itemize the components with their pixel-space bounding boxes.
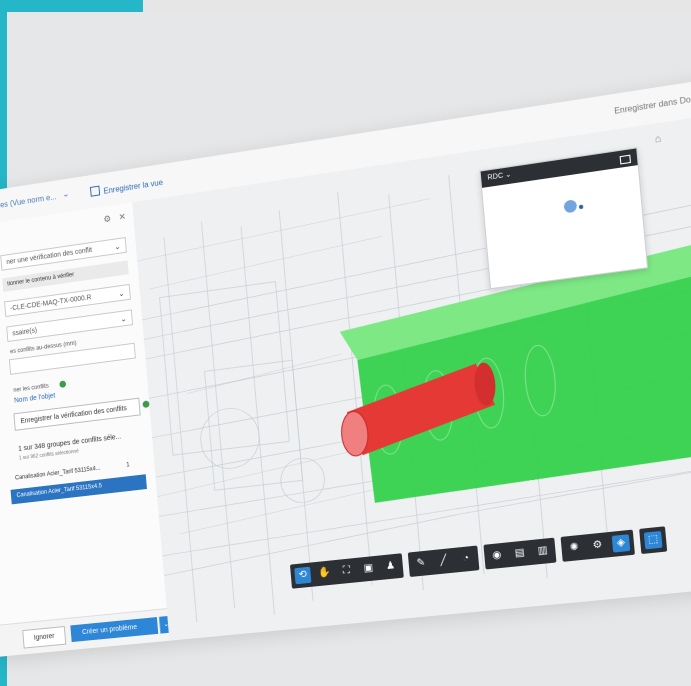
close-icon[interactable]: ✕ [118, 211, 126, 222]
row-label: Canalisation Acier_Tarif 53115x4.5 [16, 483, 103, 499]
tilted-stage: des (Vue norm e... ⌄ Enregistrer la vue … [0, 0, 691, 686]
row-count: 1 [126, 462, 130, 469]
save-view-label: Enregistrer la vue [103, 177, 164, 196]
toolbar-group-fullscreen: ⬚ [639, 526, 668, 555]
ignore-button[interactable]: Ignorer [22, 626, 67, 649]
chevron-down-icon: ⌄ [120, 314, 128, 324]
camera-icon[interactable]: ▣ [360, 560, 377, 578]
info-icon[interactable] [59, 380, 67, 388]
save-icon [89, 185, 101, 197]
properties-icon[interactable]: ▥ [534, 542, 552, 560]
check-select-value: ner une vérification des conflit [6, 246, 93, 267]
save-check-button[interactable]: Enregistrer la vérification des conflits [13, 397, 141, 431]
chevron-down-icon: ⌄ [117, 288, 125, 299]
camera-cone-icon [563, 199, 578, 214]
create-issue-button[interactable]: Créer un problème [70, 617, 159, 643]
explode-icon[interactable]: ✺ [565, 539, 583, 557]
app-screen: des (Vue norm e... ⌄ Enregistrer la vue … [0, 78, 691, 657]
home-icon[interactable]: ⌂ [655, 133, 667, 145]
panel-footer: Ignorer Créer un problème ⌄ [0, 608, 173, 657]
expand-icon[interactable] [619, 154, 632, 165]
minimap-title: RDC [487, 172, 504, 182]
group-by-link[interactable]: Nom de l'objet [14, 393, 56, 405]
3d-viewport[interactable]: ⌂ RDC ⌄ ⟲ ✋ ⛶ ▣ ♟ ✎ ╱ ◔ ◉ ▤ ▥ ✺ ⚙ ◈ ⬚ [132, 114, 691, 641]
chevron-down-icon[interactable]: ⌄ [62, 188, 70, 200]
clash-icon[interactable]: ◈ [611, 534, 631, 553]
zoom-fit-icon[interactable]: ⛶ [338, 562, 355, 580]
settings-icon[interactable]: ⚙ [103, 213, 111, 224]
settings-icon[interactable]: ⚙ [588, 537, 606, 555]
measure-icon[interactable]: ╱ [435, 552, 453, 570]
camera-position-icon [578, 204, 584, 210]
orbit-icon[interactable]: ⟲ [294, 566, 312, 585]
group-label: ner les conflits [13, 383, 49, 394]
chevron-down-icon[interactable]: ⌄ [505, 171, 512, 179]
create-issue-label: Créer un problème [81, 623, 138, 637]
pan-icon[interactable]: ✋ [316, 564, 333, 582]
comment-icon[interactable]: ◔ [457, 550, 475, 568]
model-browser-icon[interactable]: ▤ [511, 545, 529, 563]
save-view-button[interactable]: Enregistrer la vue [89, 176, 164, 198]
fullscreen-icon[interactable]: ⬚ [643, 530, 663, 550]
section-icon[interactable]: ◉ [488, 547, 506, 565]
minimap[interactable]: RDC ⌄ [479, 147, 649, 290]
view-breadcrumb[interactable]: des (Vue norm e... [0, 192, 57, 210]
type-select-value: ssaire(s) [12, 327, 38, 338]
chevron-down-icon: ⌄ [113, 241, 122, 252]
markup-icon[interactable]: ✎ [412, 555, 430, 573]
row-label: Canalisation Acier_Tarif 53115x4... [14, 465, 101, 482]
first-person-icon[interactable]: ♟ [382, 558, 400, 576]
panel-controls: ⚙ ✕ [96, 211, 127, 226]
model-select-value: -CLE-CDE-MAQ-TX-0000.R [9, 294, 92, 313]
save-to-docs-button[interactable]: Enregistrer dans Doc [614, 94, 691, 116]
